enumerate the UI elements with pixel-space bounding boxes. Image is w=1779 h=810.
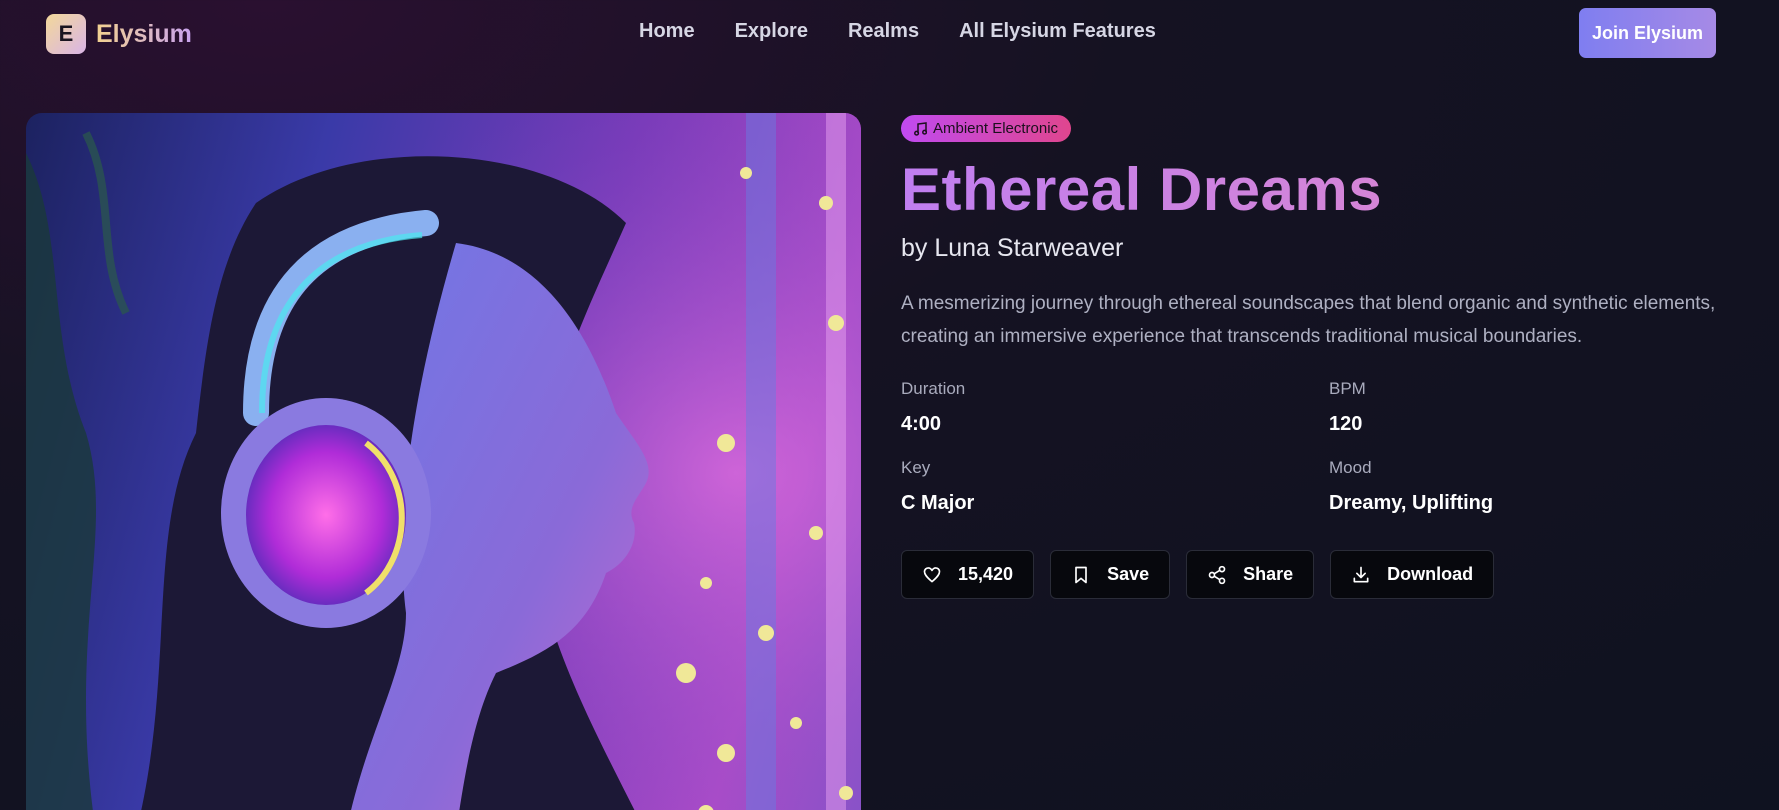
- join-button[interactable]: Join Elysium: [1579, 8, 1716, 58]
- stat-mood: Mood Dreamy, Uplifting: [1329, 458, 1729, 515]
- stat-label: Mood: [1329, 458, 1372, 477]
- nav-home[interactable]: Home: [639, 20, 695, 43]
- stat-bpm: BPM 120: [1329, 379, 1729, 436]
- bookmark-icon: [1075, 566, 1087, 583]
- heart-icon: [923, 566, 941, 582]
- track-actions: 15,420 Save Share Download: [901, 550, 1741, 599]
- track-details: Ambient Electronic Ethereal Dreams by Lu…: [901, 115, 1741, 599]
- download-button[interactable]: Download: [1330, 550, 1495, 599]
- stat-value: C Major: [901, 492, 975, 514]
- like-button[interactable]: 15,420: [901, 550, 1035, 599]
- save-button[interactable]: Save: [1050, 550, 1171, 599]
- main-nav: Home Explore Realms All Elysium Features: [639, 20, 1156, 43]
- cover-artwork: [26, 113, 861, 810]
- download-label: Download: [1387, 564, 1474, 584]
- top-navbar: E Elysium Home Explore Realms All Elysiu…: [0, 0, 1779, 70]
- brand-logo-link[interactable]: E Elysium: [46, 14, 192, 54]
- cover-artwork-illustration: [26, 113, 861, 810]
- stat-value: 120: [1329, 413, 1363, 435]
- logo-badge-icon: E: [46, 14, 86, 54]
- nav-all-features[interactable]: All Elysium Features: [959, 20, 1156, 43]
- nav-explore[interactable]: Explore: [735, 20, 808, 43]
- share-label: Share: [1243, 564, 1294, 584]
- track-description: A mesmerizing journey through ethereal s…: [901, 293, 1716, 347]
- stat-value: 4:00: [901, 413, 942, 435]
- track-stats: Duration 4:00 BPM 120 Key C Major Mood D…: [901, 379, 1741, 515]
- share-icon: [1208, 565, 1226, 584]
- like-count: 15,420: [958, 564, 1014, 584]
- save-label: Save: [1107, 564, 1150, 584]
- track-artist: by Luna Starweaver: [901, 234, 1124, 262]
- stat-duration: Duration 4:00: [901, 379, 1329, 436]
- track-title: Ethereal Dreams: [901, 160, 1741, 220]
- stat-label: Key: [901, 458, 931, 477]
- nav-realms[interactable]: Realms: [848, 20, 919, 43]
- share-button[interactable]: Share: [1186, 550, 1315, 599]
- download-icon: [1353, 566, 1369, 582]
- stat-key: Key C Major: [901, 458, 1329, 515]
- stat-value: Dreamy, Uplifting: [1329, 492, 1494, 514]
- stat-label: Duration: [901, 379, 966, 398]
- genre-badge[interactable]: Ambient Electronic: [901, 115, 1072, 142]
- stat-label: BPM: [1329, 379, 1366, 398]
- brand-name: Elysium: [96, 19, 192, 48]
- music-note-icon: [914, 121, 927, 136]
- genre-label: Ambient Electronic: [933, 120, 1059, 137]
